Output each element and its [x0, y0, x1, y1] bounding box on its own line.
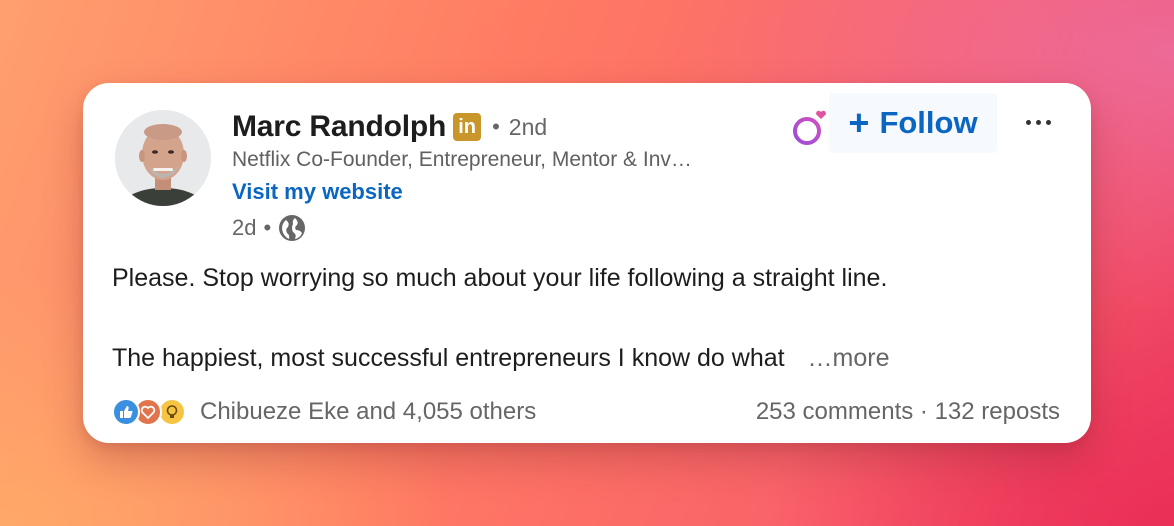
plus-icon: + — [848, 102, 870, 143]
ellipsis-icon-dot — [1045, 119, 1051, 125]
insightful-icon — [158, 398, 186, 426]
visit-website-link[interactable]: Visit my website — [232, 179, 403, 205]
ellipsis-icon-dot — [1035, 119, 1041, 125]
linkedin-post-card: Marc Randolph in • 2nd Netflix Co-Founde… — [83, 83, 1091, 443]
author-name[interactable]: Marc Randolph — [232, 110, 446, 144]
post-time: 2d — [232, 215, 257, 240]
globe-icon — [279, 215, 306, 241]
comments-count[interactable]: 253 comments — [756, 398, 913, 425]
author-name-row: Marc Randolph in • 2nd — [232, 107, 547, 147]
follow-button[interactable]: + Follow — [829, 93, 997, 153]
like-icon — [112, 398, 140, 426]
avatar-photo — [115, 110, 211, 206]
more-options-button[interactable] — [1013, 105, 1063, 139]
post-text-line-2-content: The happiest, most successful entreprene… — [112, 344, 785, 372]
see-more-link[interactable]: …more — [808, 344, 890, 372]
post-text-line-1: Please. Stop worrying so much about your… — [112, 264, 888, 292]
separator-dot: • — [263, 215, 272, 240]
linkedin-premium-badge-icon: in — [453, 113, 482, 141]
post-stats: 253 comments · 132 reposts — [756, 397, 1060, 427]
separator-dot: • — [492, 114, 500, 139]
post-text-line-2: The happiest, most successful entreprene… — [112, 344, 890, 373]
gender-symbol-icon — [793, 110, 826, 145]
author-headline: Netflix Co-Founder, Entrepreneur, Mentor… — [232, 148, 692, 171]
reactions-count: Chibueze Eke and 4,055 others — [200, 398, 537, 425]
post-meta: 2d • — [232, 214, 306, 242]
follow-label: Follow — [879, 105, 978, 140]
separator-dot: · — [919, 398, 928, 425]
author-avatar[interactable] — [115, 110, 211, 206]
ellipsis-icon-dot — [1025, 119, 1031, 125]
reactions-summary[interactable]: Chibueze Eke and 4,055 others — [112, 397, 536, 427]
reposts-count[interactable]: 132 reposts — [935, 398, 1060, 425]
reaction-icons — [112, 397, 192, 427]
connection-degree: 2nd — [508, 113, 548, 140]
